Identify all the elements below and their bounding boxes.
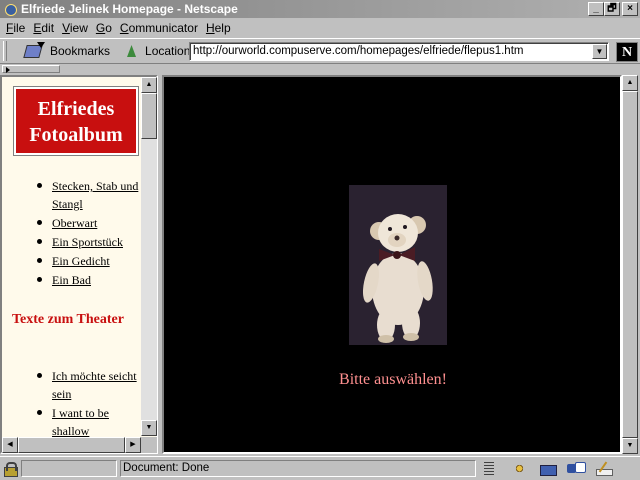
list-item: Ein Gedicht [14,252,139,270]
list-item: Stecken, Stab und Stangl [14,177,139,213]
mailbox-icon[interactable] [538,461,558,476]
list-item: Ein Sportstück [14,233,139,251]
left-nav-frame: Elfriedes Fotoalbum Stecken, Stab und St… [0,75,158,454]
link-ich-moechte-seicht-sein[interactable]: Ich möchte seicht sein [52,369,137,401]
menu-file[interactable]: File [2,21,29,35]
left-vertical-scrollbar[interactable]: ▲ ▼ [141,77,157,436]
bookmarks-button[interactable]: Bookmarks [50,44,110,58]
menu-communicator-accel: C [119,21,129,35]
list-item: Ich möchte seicht sein [14,367,139,403]
url-input[interactable]: http://ourworld.compuserve.com/homepages… [189,42,609,61]
list-item: Oberwart [14,214,139,232]
status-bar: Document: Done [0,456,640,480]
menu-edit[interactable]: Edit [29,21,58,35]
minimize-button[interactable]: _ [588,2,604,16]
album-title-box: Elfriedes Fotoalbum [13,86,139,156]
netscape-app-icon [3,2,17,16]
collapsed-toolbar-tab[interactable] [2,65,60,73]
scroll-up-button[interactable]: ▲ [622,75,638,91]
location-toolbar: Bookmarks Location: http://ourworld.comp… [0,38,640,64]
scroll-left-button[interactable]: ◀ [2,437,18,453]
menu-help[interactable]: Help [202,21,235,35]
navigator-icon[interactable] [510,461,530,476]
menu-edit-rest: dit [41,21,55,35]
composer-icon[interactable] [594,461,614,476]
progress-indicator [21,460,117,477]
restore-button[interactable]: 🗗 [604,2,620,16]
link-ein-gedicht[interactable]: Ein Gedicht [52,254,110,268]
title-bar: Elfriede Jelinek Homepage - Netscape _ 🗗… [0,0,640,18]
main-vertical-scrollbar[interactable]: ▲ ▼ [622,75,638,454]
collapsed-toolbar-strip [0,64,640,74]
scroll-up-button[interactable]: ▲ [141,77,157,93]
menu-view-accel: V [62,21,70,35]
link-oberwart[interactable]: Oberwart [52,216,97,230]
netscape-logo-icon[interactable]: N [616,42,638,62]
toolbar-grip[interactable] [3,41,7,61]
album-title-line1: Elfriedes [37,98,115,120]
album-title-line2: Fotoalbum [29,124,123,146]
choose-prompt: Bitte auswählen! [339,371,447,388]
menu-view[interactable]: View [58,21,92,35]
menu-go-accel: G [95,21,106,35]
url-dropdown-button[interactable]: ▼ [592,44,607,59]
teddy-bear-photo [349,185,447,345]
window-controls: _ 🗗 × [588,2,638,16]
location-label: Location: [145,44,194,58]
scroll-thumb[interactable] [141,93,157,139]
security-lock-icon[interactable] [2,461,18,477]
main-content-frame: Bitte auswählen! [162,75,622,454]
scroll-thumb[interactable] [622,91,638,438]
list-item: Ein Bad [14,271,139,289]
bookmarks-icon[interactable] [23,42,45,60]
photo-links-list: Stecken, Stab und Stangl Oberwart Ein Sp… [14,177,139,290]
menu-help-rest: elp [214,21,231,35]
menu-bar: File Edit View Go Communicator Help [0,18,640,38]
component-bar-grip-icon[interactable] [482,461,502,476]
scroll-down-button[interactable]: ▼ [622,438,638,454]
close-button[interactable]: × [622,2,638,16]
list-item: I want to be shallow [14,404,139,440]
menu-communicator[interactable]: Communicator [116,21,202,35]
discussions-icon[interactable] [566,461,586,476]
menu-file-rest: ile [13,21,26,35]
theater-links-list: Ich möchte seicht sein I want to be shal… [14,367,139,441]
link-ein-sportstueck[interactable]: Ein Sportstück [52,235,123,249]
window-title: Elfriede Jelinek Homepage - Netscape [21,2,238,16]
menu-communicator-rest: ommunicator [128,21,198,35]
status-text: Document: Done [120,460,476,477]
scroll-down-button[interactable]: ▼ [141,420,157,436]
scroll-right-button[interactable]: ▶ [125,437,141,453]
section-heading-texte: Texte zum Theater [12,312,124,327]
menu-go[interactable]: Go [92,21,116,35]
link-ein-bad[interactable]: Ein Bad [52,273,91,287]
scroll-thumb[interactable] [18,437,125,453]
location-icon[interactable] [124,43,140,59]
link-stecken-stab-stangl[interactable]: Stecken, Stab und Stangl [52,179,138,211]
menu-help-accel: H [205,21,215,35]
scrollbar-corner [141,437,157,453]
menu-view-rest: iew [69,21,88,35]
menu-go-rest: o [105,21,112,35]
left-horizontal-scrollbar[interactable]: ◀ ▶ [2,437,141,453]
link-i-want-to-be-shallow[interactable]: I want to be shallow [52,406,109,438]
component-bar [480,460,638,477]
